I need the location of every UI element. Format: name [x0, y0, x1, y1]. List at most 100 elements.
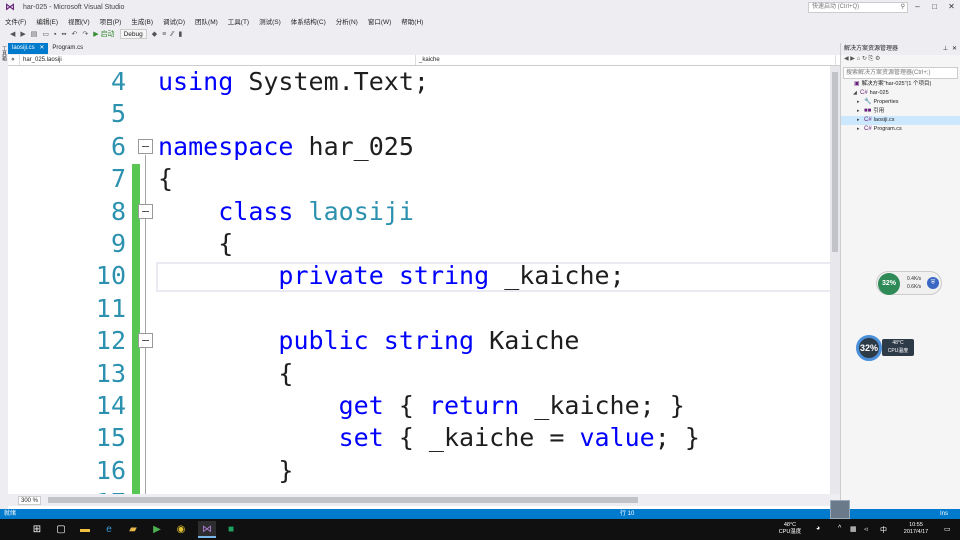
tab-program[interactable]: Program.cs [48, 43, 87, 54]
code-line[interactable]: 8 class laosiji [8, 196, 830, 228]
code-line[interactable]: 4 using System.Text; [8, 66, 830, 98]
solution-search-input[interactable]: 搜索解决方案资源管理器(Ctrl+;) [843, 67, 958, 79]
code-line[interactable]: 5 [8, 98, 830, 130]
visual-studio-taskbar-icon[interactable]: ⋈ [198, 521, 216, 538]
menu-file[interactable]: 文件(F) [5, 16, 26, 26]
menu-test[interactable]: 测试(S) [259, 16, 281, 26]
notification-icon[interactable]: ▭ [944, 525, 951, 533]
network-icon[interactable]: ▦ [850, 525, 857, 533]
expand-arrow-icon[interactable]: ◢ [853, 89, 860, 98]
start-button[interactable]: ▶ 启动 [93, 29, 114, 39]
tree-item[interactable]: ▸ C# Program.cs [841, 125, 960, 134]
expand-arrow-icon[interactable]: ▸ [857, 116, 864, 125]
close-tab-icon[interactable]: ✕ [39, 45, 44, 51]
code-line[interactable]: 9 { [8, 228, 830, 260]
tree-item[interactable]: ▸ ■■ 引用 [841, 107, 960, 116]
quick-launch-input[interactable]: 快速启动 (Ctrl+Q) ⚲ [808, 2, 908, 13]
menu-window[interactable]: 窗口(W) [368, 16, 391, 26]
code-token: get [338, 391, 384, 420]
code-token: string [383, 326, 475, 356]
code-line[interactable]: 7{ [8, 163, 830, 195]
menu-help[interactable]: 帮助(H) [401, 16, 423, 26]
breakpoint-icon[interactable]: ◆ [152, 30, 157, 38]
menu-project[interactable]: 项目(P) [100, 16, 122, 26]
line-number: 11 [95, 293, 126, 323]
maximize-button[interactable]: □ [926, 0, 943, 14]
tree-item-label: har-025 [869, 90, 889, 96]
code-line[interactable]: 15 set { _kaiche = value; } [8, 422, 830, 454]
left-tool-strip [0, 43, 8, 509]
folder-icon[interactable]: ▰ [124, 521, 142, 538]
close-button[interactable]: ✕ [943, 0, 960, 14]
menu-debug[interactable]: 调试(D) [163, 16, 185, 26]
undo-icon[interactable]: ↶ [71, 30, 77, 38]
pin-icon[interactable]: ⊥ [943, 43, 948, 55]
code-line[interactable]: 12 public string Kaiche [8, 325, 830, 357]
tree-item[interactable]: ▸ 🔧 Properties [841, 98, 960, 107]
expand-arrow-icon[interactable]: ▸ [857, 125, 864, 134]
member-dropdown[interactable]: _kaiche [416, 55, 836, 65]
expand-arrow-icon[interactable]: ▸ [857, 98, 864, 107]
redo-icon[interactable]: ↷ [82, 30, 88, 38]
bookmark-icon[interactable]: ▮ [179, 30, 183, 38]
menu-build[interactable]: 生成(B) [131, 16, 153, 26]
line-number: 17 [68, 487, 126, 494]
code-line[interactable]: 17 [8, 487, 830, 494]
tree-item[interactable]: ◢ C# har-025 [841, 89, 960, 98]
menu-bar: 文件(F) 编辑(E) 视图(V) 项目(P) 生成(B) 调试(D) 团队(M… [0, 14, 960, 27]
network-speed-widget: 32% 0.4K/s 0.6K/s ⛨ [876, 271, 942, 295]
menu-team[interactable]: 团队(M) [195, 16, 218, 26]
zoom-select[interactable]: 300 % [18, 495, 42, 505]
tray-app-icon[interactable]: ◕ [816, 525, 820, 532]
code-line[interactable]: 10 private string _kaiche; [8, 260, 830, 292]
file-explorer-icon[interactable]: ▬ [76, 521, 94, 538]
volume-icon[interactable]: ◃ [864, 525, 868, 533]
code-line[interactable]: 16 } [8, 455, 830, 487]
ime-indicator[interactable]: 中 [880, 525, 887, 535]
vertical-scrollbar[interactable] [830, 66, 840, 494]
clock[interactable]: 10:55 2017/4/17 [898, 522, 934, 536]
open-icon[interactable]: ▭ [42, 30, 49, 38]
save-all-icon[interactable]: ▪▪ [62, 31, 67, 38]
edge-icon[interactable]: e [100, 521, 118, 538]
menu-analyze[interactable]: 分析(N) [336, 16, 358, 26]
tab-laosiji[interactable]: laosiji.cs ✕ [8, 43, 49, 54]
tree-item[interactable]: ▸ C# laosiji.cs [841, 116, 960, 125]
format-icon[interactable]: ≡ [162, 31, 166, 38]
tray-temp-label: CPU温度 [778, 529, 802, 535]
menu-tools[interactable]: 工具(T) [228, 16, 249, 26]
media-player-icon[interactable]: ▶ [148, 521, 166, 538]
close-panel-icon[interactable]: ✕ [952, 43, 957, 55]
tray-cpu-temp: 48°C CPU温度 [776, 522, 804, 536]
menu-edit[interactable]: 编辑(E) [36, 16, 58, 26]
comment-icon[interactable]: ⁄⁄ [171, 31, 173, 38]
search-icon: ⚲ [900, 4, 905, 10]
code-line[interactable]: 14 get { return _kaiche; } [8, 390, 830, 422]
minimize-button[interactable]: – [909, 0, 926, 14]
new-project-icon[interactable]: ▤ [31, 30, 38, 38]
expand-arrow-icon[interactable]: ▸ [857, 107, 864, 116]
type-dropdown[interactable]: har_025.laosiji [20, 55, 416, 65]
excel-icon[interactable]: ■ [222, 521, 240, 538]
menu-view[interactable]: 视图(V) [68, 16, 90, 26]
tree-item-label: Properties [873, 99, 899, 105]
code-line[interactable]: 11 [8, 293, 830, 325]
vertical-scroll-thumb[interactable] [832, 72, 838, 252]
forward-icon[interactable]: ▶ [20, 30, 25, 38]
configuration-select[interactable]: Debug [119, 29, 147, 39]
menu-architecture[interactable]: 体系结构(C) [291, 16, 326, 26]
code-line[interactable]: 13 { [8, 358, 830, 390]
csharp-project-icon: C# [860, 90, 868, 96]
back-icon[interactable]: ◀ [10, 30, 15, 38]
show-hidden-icons-icon[interactable]: ^ [838, 525, 841, 532]
csharp-file-icon: C# [864, 117, 872, 123]
chrome-icon[interactable]: ◉ [172, 521, 190, 538]
task-view-icon[interactable]: ▢ [52, 521, 70, 538]
code-line[interactable]: 6 namespace har_025 [8, 131, 830, 163]
tree-item[interactable]: ▣ 解决方案"har-025"(1 个项目) [841, 80, 960, 89]
save-icon[interactable]: ▪ [54, 31, 56, 38]
windows-start-icon[interactable]: ⊞ [28, 521, 46, 538]
toolbox-tab[interactable]: 工具箱 [1, 46, 8, 61]
horizontal-scroll-thumb[interactable] [48, 497, 638, 503]
code-editor[interactable]: 4 using System.Text; 5 6 namespace har_025 7{… [8, 66, 830, 494]
